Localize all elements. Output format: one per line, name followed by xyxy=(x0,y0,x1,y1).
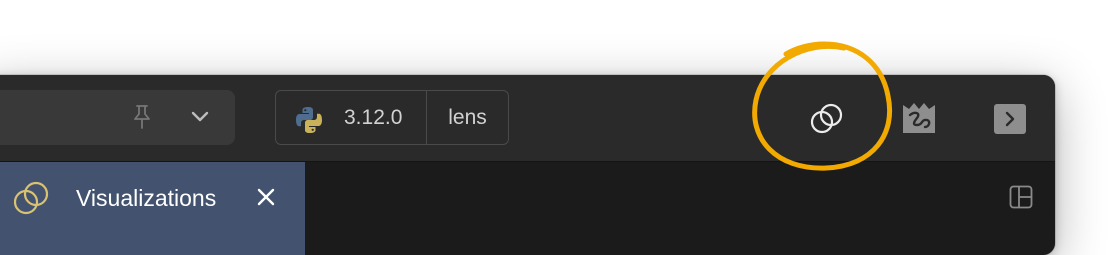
toolbar: 3.12.0 lens xyxy=(0,75,1055,162)
squiggle-icon[interactable] xyxy=(901,99,937,135)
tab-visualizations[interactable]: Visualizations xyxy=(0,162,305,255)
tab-label: Visualizations xyxy=(76,185,217,211)
search-bar[interactable] xyxy=(0,90,235,145)
close-icon[interactable] xyxy=(255,186,277,208)
chevron-right-icon xyxy=(1005,111,1015,127)
app-window: 3.12.0 lens Visualizations xyxy=(0,75,1055,255)
venn-icon xyxy=(14,181,49,215)
environment-name[interactable]: lens xyxy=(426,91,509,144)
python-icon xyxy=(296,107,322,133)
chevron-down-icon[interactable] xyxy=(190,109,210,125)
python-version: 3.12.0 xyxy=(344,106,403,129)
visualizations-button[interactable] xyxy=(809,103,845,135)
pin-icon[interactable] xyxy=(131,104,153,130)
environment-selector[interactable]: 3.12.0 lens xyxy=(275,90,509,145)
layout-toggle-icon[interactable] xyxy=(1009,185,1033,209)
expand-panel-button[interactable] xyxy=(994,104,1026,134)
